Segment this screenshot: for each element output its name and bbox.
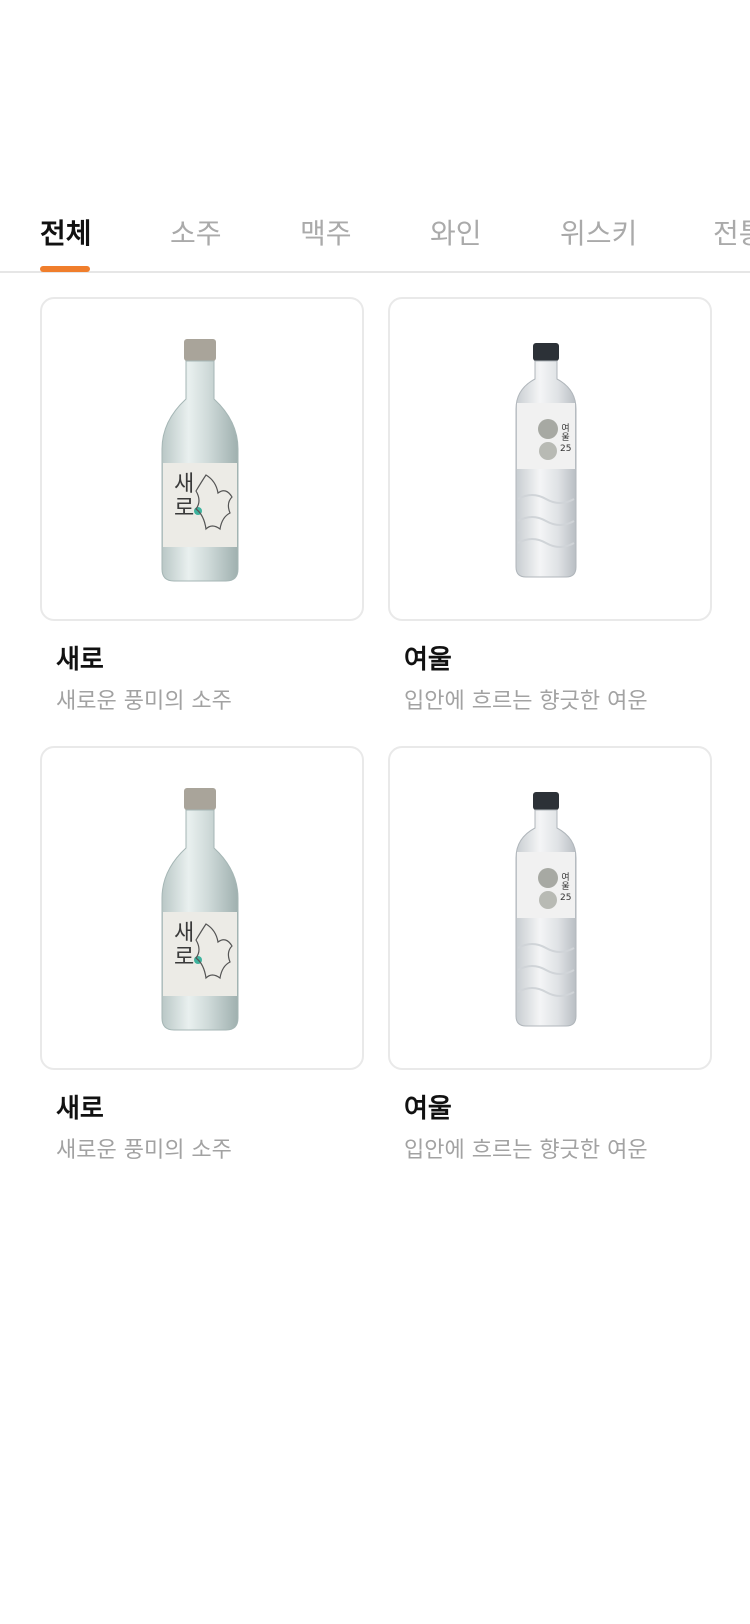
label-circle <box>539 442 557 460</box>
label-circle <box>539 891 557 909</box>
product-card[interactable]: 여울 25 여울 입안에 흐르는 향긋한 여운 <box>388 746 712 1163</box>
tab-all[interactable]: 전체 <box>40 214 92 254</box>
product-name: 새로 <box>56 645 104 675</box>
category-tabs: 전체 소주 맥주 와인 위스키 전통 <box>0 200 750 273</box>
bottle-label-text: 새 <box>174 921 194 946</box>
bottle-label-text: 로 <box>174 945 194 970</box>
label-circle <box>538 868 558 888</box>
product-image: 새로 <box>40 297 364 621</box>
product-name: 여울 <box>404 1094 452 1124</box>
bottle-label-text: 25 <box>560 444 571 454</box>
tab-soju[interactable]: 소주 <box>170 214 222 254</box>
bottle-label-text: 여울 <box>559 871 569 890</box>
label-circle <box>538 419 558 439</box>
active-tab-indicator <box>40 266 90 272</box>
yeoul-bottle-image: 여울 25 <box>515 343 577 578</box>
bottle-label-text: 25 <box>560 893 571 903</box>
bottle-cap <box>184 339 216 361</box>
product-name: 새로 <box>56 1094 104 1124</box>
bottle-label-text: 새 <box>174 472 194 497</box>
product-description: 새로운 풍미의 소주 <box>56 1138 232 1163</box>
product-description: 새로운 풍미의 소주 <box>56 689 232 714</box>
product-description: 입안에 흐르는 향긋한 여운 <box>404 689 648 714</box>
bottle-cap <box>533 343 559 361</box>
product-name: 여울 <box>404 645 452 675</box>
product-image: 여울 25 <box>388 746 712 1070</box>
tab-whisky[interactable]: 위스키 <box>560 214 637 254</box>
bottle-cap <box>184 788 216 810</box>
yeoul-bottle-image: 여울 25 <box>515 792 577 1027</box>
tab-beer[interactable]: 맥주 <box>300 214 352 254</box>
product-card[interactable]: 새로 새로 새로운 풍미의 소주 <box>40 297 364 714</box>
bottle-label-text: 여울 <box>559 422 569 441</box>
product-card[interactable]: 여울 25 여울 입안에 흐르는 향긋한 여운 <box>388 297 712 714</box>
product-image: 새로 <box>40 746 364 1070</box>
bottle-label-text: 로 <box>174 496 194 521</box>
product-description: 입안에 흐르는 향긋한 여운 <box>404 1138 648 1163</box>
bottle-cap <box>533 792 559 810</box>
product-image: 여울 25 <box>388 297 712 621</box>
page: 전체 소주 맥주 와인 위스키 전통 새로 새로 새로운 풍미의 소주 여울25… <box>0 0 750 1624</box>
tab-traditional[interactable]: 전통 <box>713 214 750 254</box>
saero-bottle-image: 새로 <box>161 339 239 582</box>
tab-wine[interactable]: 와인 <box>430 214 482 254</box>
product-card[interactable]: 새로 새로 새로운 풍미의 소주 <box>40 746 364 1163</box>
saero-bottle-image: 새로 <box>161 788 239 1031</box>
